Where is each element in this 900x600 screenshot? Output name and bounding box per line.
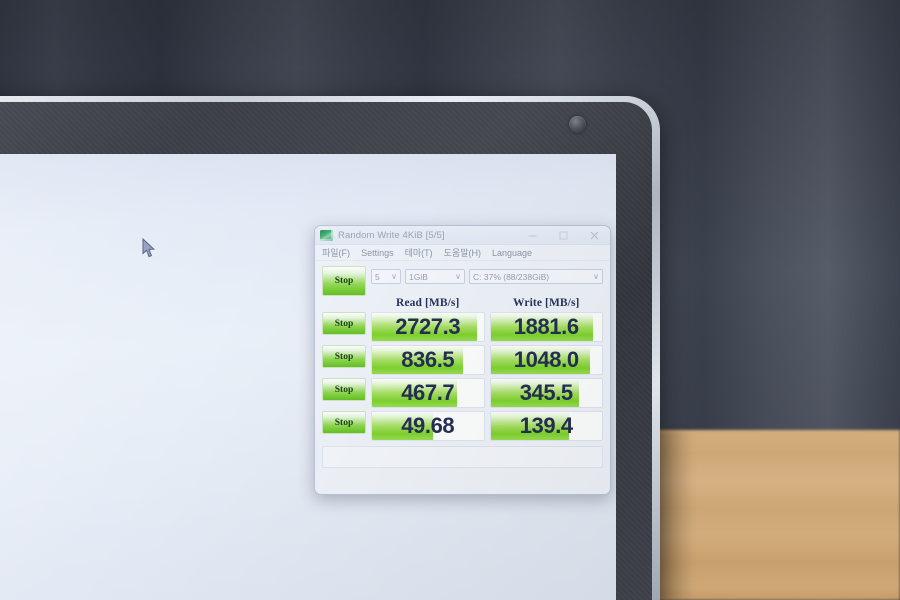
window-body: Stop 5 ∨ 1GiB ∨ C: 37% (88/238GiB) ∨ Rea… [315,261,610,474]
menu-item-settings[interactable]: Settings [361,248,394,258]
mouse-cursor-icon [142,237,156,258]
laptop: Random Write 4KiB [5/5] 파일(F) Settings 테… [0,96,660,600]
write-cell-row-4: 139.4 [489,411,603,441]
read-cell-row-4: 49.68 [371,411,485,441]
write-value-row-1: 1881.6 [513,314,579,339]
stop-button-row-2[interactable]: Stop [322,345,366,368]
menubar[interactable]: 파일(F) Settings 테마(T) 도움말(H) Language [315,245,610,261]
stop-button-row-4[interactable]: Stop [322,411,366,434]
status-bar [322,446,603,468]
read-value-row-1: 2727.3 [395,314,461,339]
run-count-value: 5 [375,271,380,282]
write-value-row-4: 139.4 [519,413,573,438]
drive-dropdown[interactable]: C: 37% (88/238GiB) ∨ [469,269,603,284]
maximize-icon[interactable] [548,226,579,245]
read-cell-row-2: 836.5 [371,345,485,375]
column-header-read: Read [MB/s] [396,297,460,309]
table-row: Stop 49.68 139.4 [322,411,603,441]
read-value-row-2: 836.5 [401,347,455,372]
table-header-row: Read [MB/s] Write [MB/s] [322,297,603,309]
menu-item-theme[interactable]: 테마(T) [405,246,433,259]
control-row: Stop 5 ∨ 1GiB ∨ C: 37% (88/238GiB) ∨ [322,266,603,296]
webcam-icon [569,116,586,133]
table-row: Stop 836.5 1048.0 [322,345,603,375]
chevron-down-icon: ∨ [593,272,599,281]
table-row: Stop 467.7 345.5 [322,378,603,408]
laptop-screen: Random Write 4KiB [5/5] 파일(F) Settings 테… [0,154,616,600]
minimize-icon[interactable] [517,226,548,245]
window-titlebar[interactable]: Random Write 4KiB [5/5] [315,226,610,245]
menu-item-help[interactable]: 도움말(H) [444,246,481,259]
write-cell-row-2: 1048.0 [489,345,603,375]
menu-item-language[interactable]: Language [492,248,532,258]
chevron-down-icon: ∨ [391,272,397,281]
header-spacer [322,297,366,309]
test-size-dropdown[interactable]: 1GiB ∨ [405,269,465,284]
read-value-row-3: 467.7 [401,380,455,405]
table-row: Stop 2727.3 1881.6 [322,312,603,342]
app-icon [320,229,333,241]
test-size-value: 1GiB [409,271,428,282]
crystaldiskmark-window[interactable]: Random Write 4KiB [5/5] 파일(F) Settings 테… [314,225,611,495]
benchmark-options: 5 ∨ 1GiB ∨ C: 37% (88/238GiB) ∨ [371,266,603,284]
drive-value: C: 37% (88/238GiB) [473,271,550,282]
menu-item-file[interactable]: 파일(F) [322,246,350,259]
write-value-row-3: 345.5 [519,380,573,405]
window-title: Random Write 4KiB [5/5] [338,229,445,241]
all-stop-button[interactable]: Stop [322,266,366,296]
stop-button-row-1[interactable]: Stop [322,312,366,335]
run-count-dropdown[interactable]: 5 ∨ [371,269,401,284]
write-value-row-2: 1048.0 [513,347,579,372]
read-value-row-4: 49.68 [401,413,455,438]
read-cell-row-3: 467.7 [371,378,485,408]
write-cell-row-3: 345.5 [489,378,603,408]
read-cell-row-1: 2727.3 [371,312,485,342]
chevron-down-icon: ∨ [455,272,461,281]
write-cell-row-1: 1881.6 [489,312,603,342]
window-controls[interactable] [517,226,610,245]
stop-button-row-3[interactable]: Stop [322,378,366,401]
column-header-write: Write [MB/s] [513,297,580,309]
close-icon[interactable] [579,226,610,245]
